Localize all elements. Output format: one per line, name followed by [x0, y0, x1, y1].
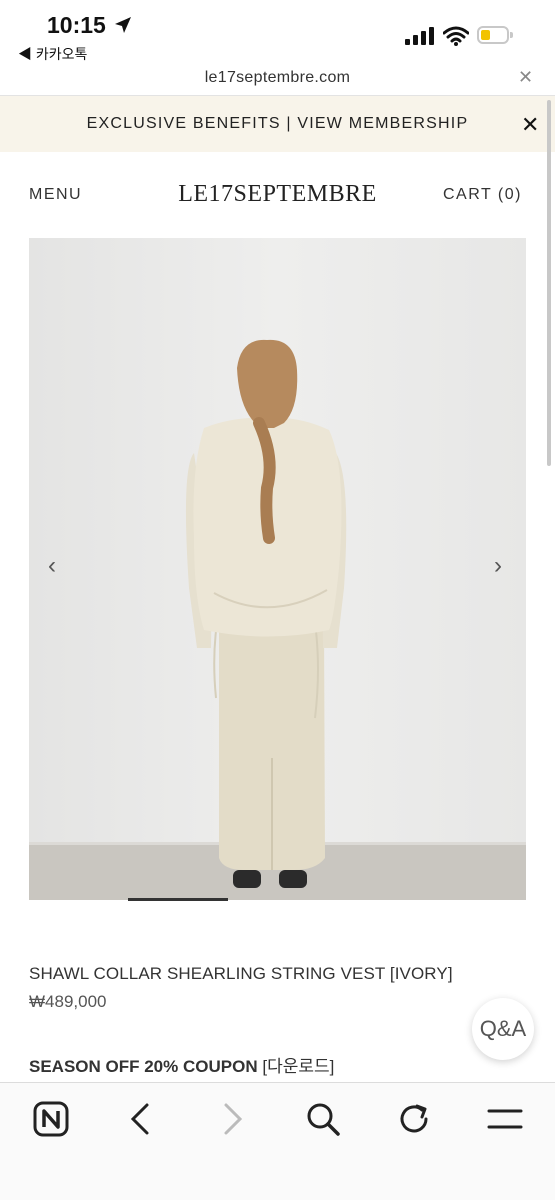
url-text[interactable]: le17septembre.com — [0, 69, 555, 87]
menu-icon[interactable] — [485, 1099, 525, 1139]
promo-close-icon[interactable]: ✕ — [521, 112, 539, 138]
product-name: SHAWL COLLAR SHEARLING STRING VEST [IVOR… — [29, 964, 453, 983]
battery-icon — [477, 26, 513, 44]
coupon-title: SEASON OFF 20% COUPON — [29, 1057, 258, 1076]
wifi-icon — [442, 26, 470, 51]
browser-toolbar — [0, 1082, 555, 1200]
status-bar: 10:15 ◀ 카카오톡 — [0, 0, 555, 62]
coupon-download-link[interactable]: [다운로드] — [262, 1057, 334, 1076]
status-time: 10:15 — [47, 12, 106, 38]
browser-url-bar[interactable]: le17septembre.com ✕ — [0, 62, 555, 96]
slide-indicator — [128, 898, 228, 901]
promo-banner[interactable]: EXCLUSIVE BENEFITS | VIEW MEMBERSHIP ✕ — [0, 96, 555, 152]
close-icon[interactable]: ✕ — [518, 67, 533, 88]
naver-icon[interactable] — [31, 1099, 71, 1139]
coupon-line: SEASON OFF 20% COUPON [다운로드] — [29, 1052, 334, 1077]
search-icon[interactable] — [303, 1099, 343, 1139]
promo-banner-text[interactable]: EXCLUSIVE BENEFITS | VIEW MEMBERSHIP — [0, 115, 555, 133]
chevron-left-icon[interactable]: ‹ — [48, 552, 56, 580]
location-arrow-icon — [113, 15, 133, 40]
qa-button[interactable]: Q&A — [472, 998, 534, 1060]
cellular-signal-icon — [405, 27, 435, 50]
cart-button[interactable]: CART (0) — [443, 186, 522, 204]
forward-icon[interactable] — [212, 1099, 252, 1139]
scrollbar[interactable] — [547, 100, 551, 466]
back-to-app-link[interactable]: ◀ 카카오톡 — [18, 44, 87, 64]
product-image[interactable] — [29, 238, 526, 900]
chevron-right-icon[interactable]: › — [494, 552, 502, 580]
product-price: ₩489,000 — [29, 992, 107, 1011]
reload-icon[interactable] — [394, 1099, 434, 1139]
back-icon[interactable] — [121, 1099, 161, 1139]
